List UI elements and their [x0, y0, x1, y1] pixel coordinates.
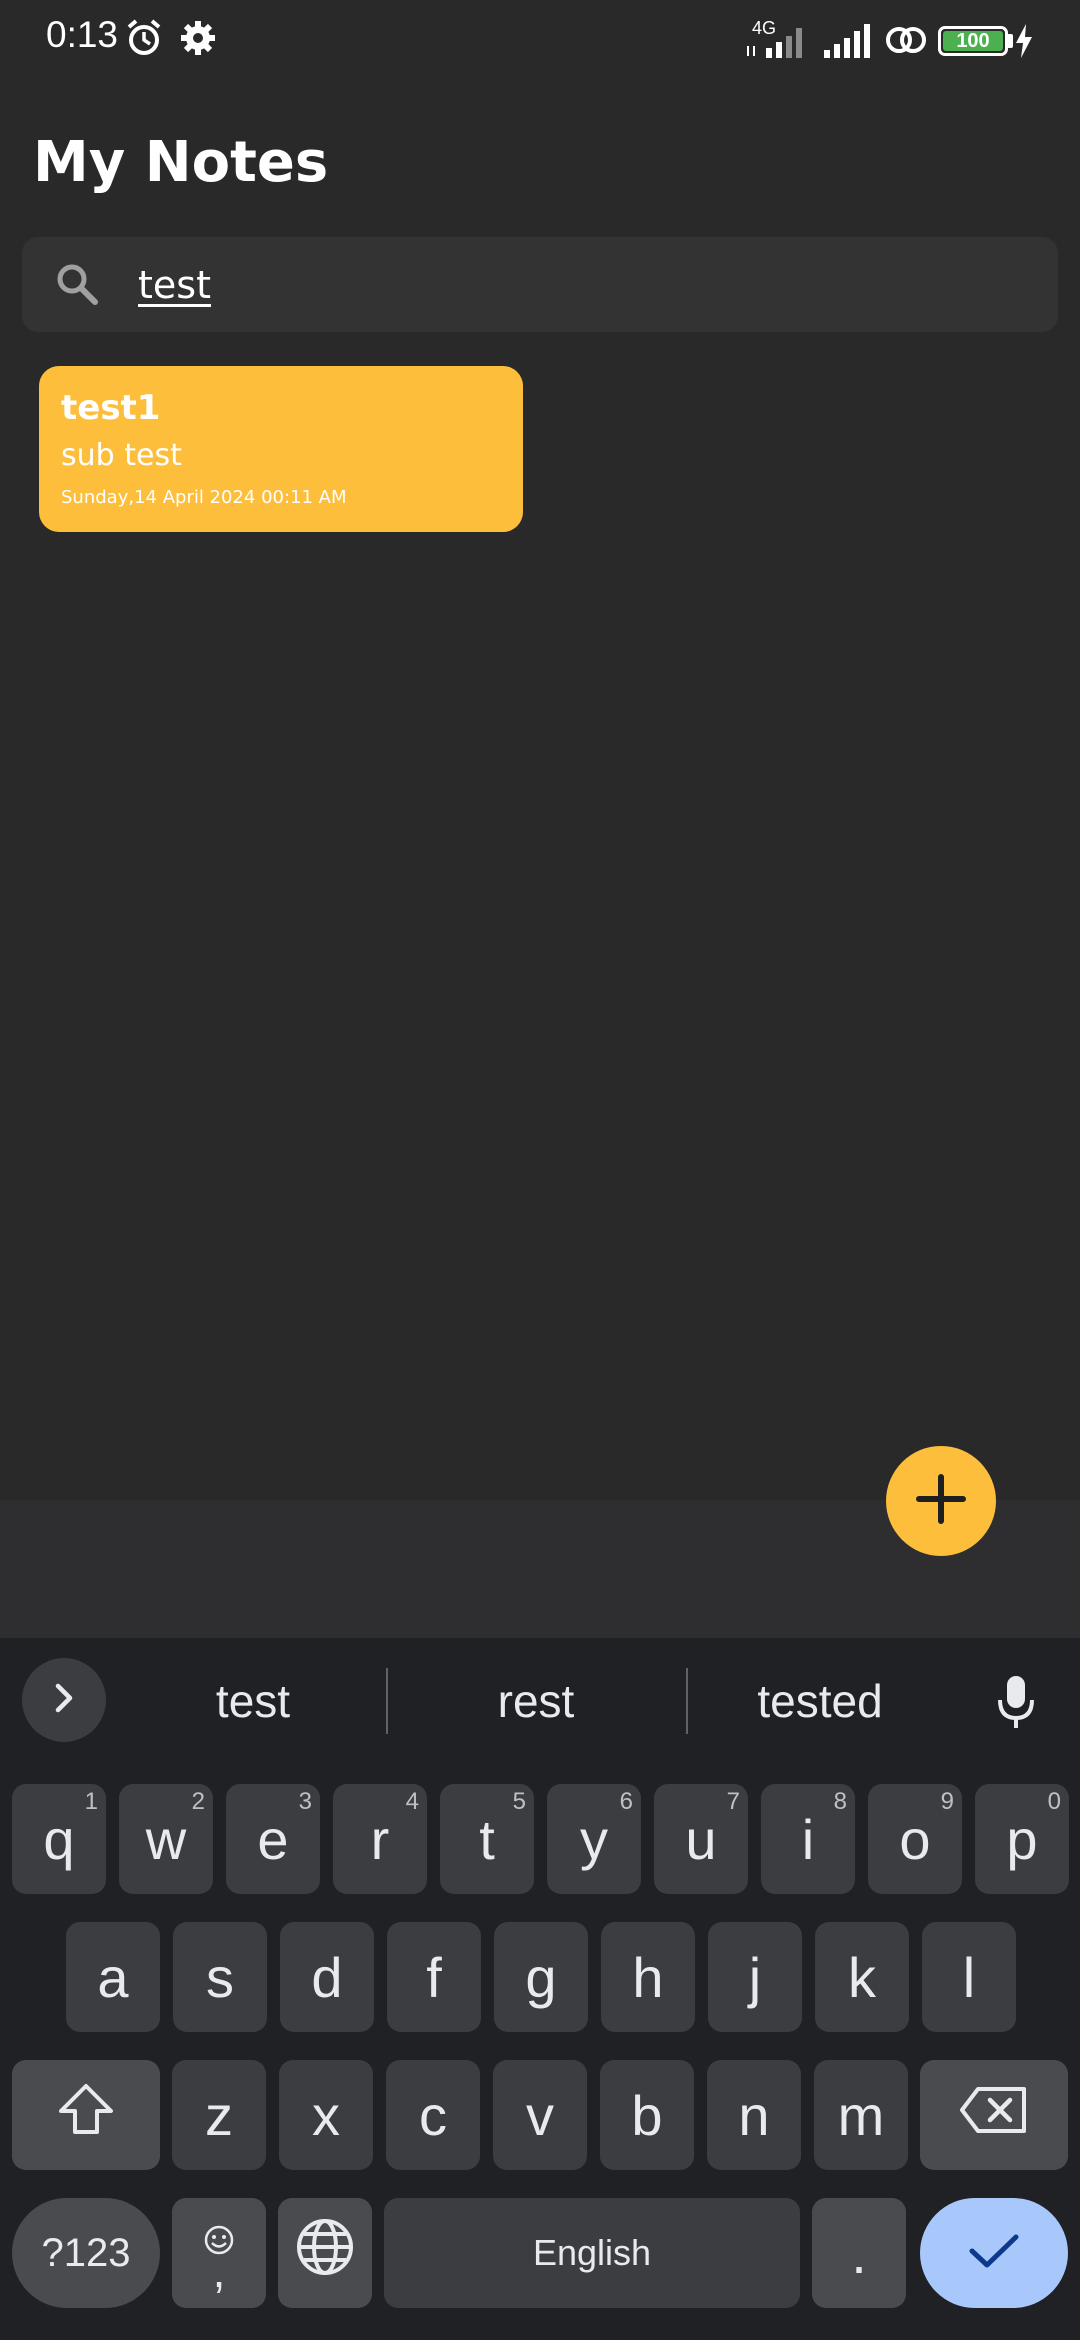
note-subtitle: sub test	[61, 438, 182, 473]
key-w[interactable]: w2	[119, 1784, 213, 1894]
key-hint: 4	[405, 1788, 419, 1815]
key-hint: 8	[833, 1788, 847, 1815]
settings-gear-icon	[180, 18, 216, 62]
key-hint: 3	[298, 1788, 312, 1815]
battery-cap	[1008, 34, 1013, 48]
key-z[interactable]: z	[172, 2060, 266, 2170]
status-time: 0:13	[46, 14, 119, 55]
status-bar: 0:13 4G 100	[0, 0, 1080, 80]
key-label: i	[801, 1807, 815, 1871]
note-card[interactable]: test1 sub test Sunday,14 April 2024 00:1…	[39, 366, 523, 532]
page-title: My Notes	[33, 130, 329, 195]
key-k[interactable]: k	[815, 1922, 909, 2032]
backspace-key[interactable]	[920, 2060, 1068, 2170]
microphone-icon[interactable]	[996, 1674, 1036, 1736]
key-hint: 6	[619, 1788, 633, 1815]
battery-level: 100	[943, 31, 1003, 52]
key-x[interactable]: x	[279, 2060, 373, 2170]
key-hint: 0	[1047, 1788, 1061, 1815]
key-j[interactable]: j	[708, 1922, 802, 2032]
key-hint: 9	[940, 1788, 954, 1815]
suggestion-3[interactable]: tested	[720, 1674, 920, 1728]
language-key[interactable]	[278, 2198, 372, 2308]
key-hint: 2	[191, 1788, 205, 1815]
key-label: p	[1006, 1807, 1038, 1871]
key-d[interactable]: d	[280, 1922, 374, 2032]
battery-icon: 100	[938, 26, 1008, 56]
signal-icon	[744, 20, 814, 64]
key-label: y	[580, 1807, 608, 1871]
suggestion-1[interactable]: test	[153, 1674, 353, 1728]
space-key[interactable]: English	[384, 2198, 800, 2308]
key-p[interactable]: p0	[975, 1784, 1069, 1894]
key-hint: 1	[84, 1788, 98, 1815]
period-key[interactable]: .	[812, 2198, 906, 2308]
symbols-key[interactable]: ?123	[12, 2198, 160, 2308]
checkmark-icon	[966, 2221, 1022, 2286]
key-o[interactable]: o9	[868, 1784, 962, 1894]
search-bar[interactable]	[22, 237, 1058, 332]
divider	[386, 1668, 388, 1734]
divider	[686, 1668, 688, 1734]
key-i[interactable]: i8	[761, 1784, 855, 1894]
key-e[interactable]: e3	[226, 1784, 320, 1894]
key-y[interactable]: y6	[547, 1784, 641, 1894]
key-s[interactable]: s	[173, 1922, 267, 2032]
key-label: o	[899, 1807, 931, 1871]
key-h[interactable]: h	[601, 1922, 695, 2032]
key-label: w	[145, 1807, 187, 1871]
shift-icon	[56, 2081, 116, 2150]
key-v[interactable]: v	[493, 2060, 587, 2170]
key-label: u	[685, 1807, 717, 1871]
key-t[interactable]: t5	[440, 1784, 534, 1894]
key-label: q	[43, 1807, 75, 1871]
note-date: Sunday,14 April 2024 00:11 AM	[61, 487, 347, 508]
globe-icon	[295, 2217, 355, 2290]
key-m[interactable]: m	[814, 2060, 908, 2170]
key-label: r	[370, 1807, 390, 1871]
search-input[interactable]	[138, 257, 1018, 313]
alarm-icon	[124, 18, 164, 62]
emoji-comma-key[interactable]: ,	[172, 2198, 266, 2308]
signal-icon-2	[822, 20, 878, 64]
key-q[interactable]: q1	[12, 1784, 106, 1894]
key-b[interactable]: b	[600, 2060, 694, 2170]
key-c[interactable]: c	[386, 2060, 480, 2170]
key-l[interactable]: l	[922, 1922, 1016, 2032]
chevron-right-icon	[49, 1680, 79, 1720]
toolbar-expand-button[interactable]	[22, 1658, 106, 1742]
key-n[interactable]: n	[707, 2060, 801, 2170]
suggestion-2[interactable]: rest	[436, 1674, 636, 1728]
key-hint: 7	[726, 1788, 740, 1815]
key-label: t	[479, 1807, 495, 1871]
key-r[interactable]: r4	[333, 1784, 427, 1894]
link-icon	[884, 22, 928, 62]
add-note-button[interactable]	[886, 1446, 996, 1556]
key-g[interactable]: g	[494, 1922, 588, 2032]
key-f[interactable]: f	[387, 1922, 481, 2032]
comma-label: ,	[212, 2245, 226, 2297]
keyboard: test rest tested q1w2e3r4t5y6u7i8o9p0 as…	[0, 1638, 1080, 2340]
search-icon	[54, 261, 100, 311]
backspace-icon	[958, 2083, 1030, 2148]
plus-icon	[913, 1471, 969, 1531]
charging-icon	[1014, 24, 1034, 62]
key-label: e	[257, 1807, 289, 1871]
shift-key[interactable]	[12, 2060, 160, 2170]
key-a[interactable]: a	[66, 1922, 160, 2032]
key-u[interactable]: u7	[654, 1784, 748, 1894]
enter-key[interactable]	[920, 2198, 1068, 2308]
note-title: test1	[61, 388, 161, 428]
suggestion-strip: test rest tested	[0, 1638, 1080, 1762]
key-hint: 5	[512, 1788, 526, 1815]
